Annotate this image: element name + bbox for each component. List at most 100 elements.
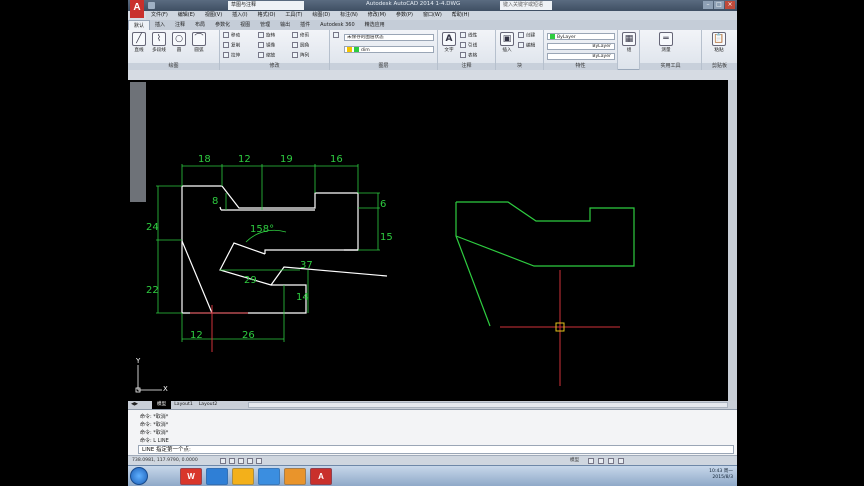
isolate-icon[interactable]: [608, 458, 614, 464]
dim-18: 18: [198, 154, 211, 165]
fillet-button[interactable]: 圆角: [292, 42, 309, 50]
circle-button[interactable]: ○ 圆: [170, 32, 188, 53]
panel-layer-title[interactable]: 图层: [330, 63, 437, 70]
menu-parametric[interactable]: 参数(P): [391, 11, 418, 20]
grid-toggle-icon[interactable]: [229, 458, 235, 464]
panel-block-title[interactable]: 块: [496, 63, 543, 70]
left-crosshair: [190, 305, 248, 352]
menu-help[interactable]: 帮助(H): [447, 11, 475, 20]
edit-block-button[interactable]: 编辑: [518, 42, 535, 50]
lineweight-select[interactable]: ByLayer: [547, 53, 615, 60]
linetype-select[interactable]: ByLayer: [547, 43, 615, 50]
text-button[interactable]: A 文字: [440, 32, 458, 53]
autocad-taskbar-icon[interactable]: A: [310, 468, 332, 485]
model-space-indicator[interactable]: 模型: [570, 457, 579, 465]
vertical-toolbar[interactable]: [130, 82, 146, 202]
tab-view[interactable]: 视图: [235, 20, 255, 30]
menu-dimension[interactable]: 标注(N): [335, 11, 363, 20]
menu-file[interactable]: 文件(F): [146, 11, 173, 20]
menu-modify[interactable]: 修改(M): [363, 11, 391, 20]
menu-edit[interactable]: 编辑(E): [173, 11, 200, 20]
current-layer-select[interactable]: dim: [344, 46, 434, 53]
minimize-button[interactable]: –: [703, 1, 713, 9]
tab-layout1[interactable]: Layout1: [171, 401, 196, 409]
linear-dim-button[interactable]: 线性: [460, 32, 477, 40]
polyline-button[interactable]: ⌇ 多段线: [150, 32, 168, 53]
dim-14: 14: [296, 292, 309, 303]
array-button[interactable]: 阵列: [292, 52, 309, 60]
maximize-button[interactable]: □: [714, 1, 724, 9]
panel-properties-title[interactable]: 特性: [544, 63, 617, 70]
menu-draw[interactable]: 绘图(D): [307, 11, 335, 20]
paste-button[interactable]: 📋 粘贴: [710, 32, 728, 53]
horizontal-scrollbar[interactable]: [248, 402, 728, 408]
tab-annotate[interactable]: 注释: [170, 20, 190, 30]
menu-window[interactable]: 窗口(W): [418, 11, 447, 20]
lock-icon[interactable]: [598, 458, 604, 464]
osnap-toggle-icon[interactable]: [256, 458, 262, 464]
panel-clipboard-title[interactable]: 剪贴板: [702, 63, 737, 70]
leader-button[interactable]: 引线: [460, 42, 477, 50]
tab-insert[interactable]: 插入: [150, 20, 170, 30]
tab-layout[interactable]: 布局: [190, 20, 210, 30]
browser-app-icon[interactable]: [206, 468, 228, 485]
tab-parametric[interactable]: 参数化: [210, 20, 235, 30]
mirror-button[interactable]: 镜像: [258, 42, 275, 50]
tab-manage[interactable]: 管理: [255, 20, 275, 30]
panel-utilities-title[interactable]: 实用工具: [640, 63, 701, 70]
workspace-select[interactable]: 草图与注释: [228, 1, 304, 10]
tab-home[interactable]: 默认: [128, 20, 151, 30]
tab-model[interactable]: 模型: [152, 401, 172, 409]
rotate-button[interactable]: 旋转: [258, 32, 275, 40]
autocad-logo-icon[interactable]: A: [130, 0, 144, 18]
menu-tools[interactable]: 工具(T): [280, 11, 307, 20]
quick-access-icon[interactable]: [148, 2, 155, 9]
menu-view[interactable]: 视图(V): [200, 11, 227, 20]
vertical-scrollbar[interactable]: [728, 80, 737, 402]
polar-toggle-icon[interactable]: [247, 458, 253, 464]
scale-button[interactable]: 缩放: [258, 52, 275, 60]
search-input[interactable]: 键入关键字或短语: [500, 1, 552, 10]
copy-button[interactable]: 复制: [223, 42, 240, 50]
fillet-icon: [292, 42, 298, 48]
app-icon[interactable]: [258, 468, 280, 485]
clean-screen-icon[interactable]: [618, 458, 624, 464]
folder-app-icon[interactable]: [232, 468, 254, 485]
tab-output[interactable]: 输出: [275, 20, 295, 30]
arc-button[interactable]: ⌒ 圆弧: [190, 32, 208, 53]
arc-icon: ⌒: [192, 32, 206, 46]
trim-button[interactable]: 修剪: [292, 32, 309, 40]
layer-state-select[interactable]: 未保存的图层状态: [344, 34, 434, 41]
panel-modify-title[interactable]: 修改: [220, 63, 329, 70]
start-button[interactable]: [130, 467, 148, 485]
close-button[interactable]: ×: [725, 1, 735, 9]
workspace-switch-icon[interactable]: [588, 458, 594, 464]
media-app-icon[interactable]: [284, 468, 306, 485]
measure-button[interactable]: ═ 测量: [646, 32, 686, 53]
layer-properties-button[interactable]: [333, 32, 341, 40]
tab-autodesk360[interactable]: Autodesk 360: [315, 20, 360, 30]
tab-plugins[interactable]: 插件: [295, 20, 315, 30]
wps-app-icon[interactable]: W: [180, 468, 202, 485]
move-button[interactable]: 移动: [223, 32, 240, 40]
menu-format[interactable]: 格式(O): [253, 11, 281, 20]
drawing-canvas[interactable]: 18 12 19 16 8 6 24 15 158° 37 29 22 14 1…: [128, 80, 737, 402]
menu-insert[interactable]: 插入(I): [227, 11, 252, 20]
system-tray-clock[interactable]: 10:43 周一 2015/8/3: [709, 469, 733, 481]
tab-layout2[interactable]: Layout2: [196, 401, 221, 409]
group-button[interactable]: ▦ 组: [620, 32, 638, 53]
snap-toggle-icon[interactable]: [220, 458, 226, 464]
panel-draw-title[interactable]: 绘图: [128, 63, 219, 70]
ortho-toggle-icon[interactable]: [238, 458, 244, 464]
layout-nav-icon[interactable]: ◀▶: [128, 401, 152, 409]
tab-featured-apps[interactable]: 精选应用: [360, 20, 390, 30]
color-select[interactable]: ByLayer: [547, 33, 615, 40]
command-input[interactable]: LINE 指定第一个点:: [138, 445, 734, 454]
stretch-button[interactable]: 拉伸: [223, 52, 240, 60]
insert-block-button[interactable]: ▣ 插入: [498, 32, 516, 53]
table-button[interactable]: 表格: [460, 52, 477, 60]
create-block-button[interactable]: 创建: [518, 32, 535, 40]
panel-annotation-title[interactable]: 注释: [438, 63, 495, 70]
line-button[interactable]: ╱ 直线: [130, 32, 148, 53]
panel-properties: ByLayer ByLayer ByLayer 特性: [544, 30, 618, 70]
